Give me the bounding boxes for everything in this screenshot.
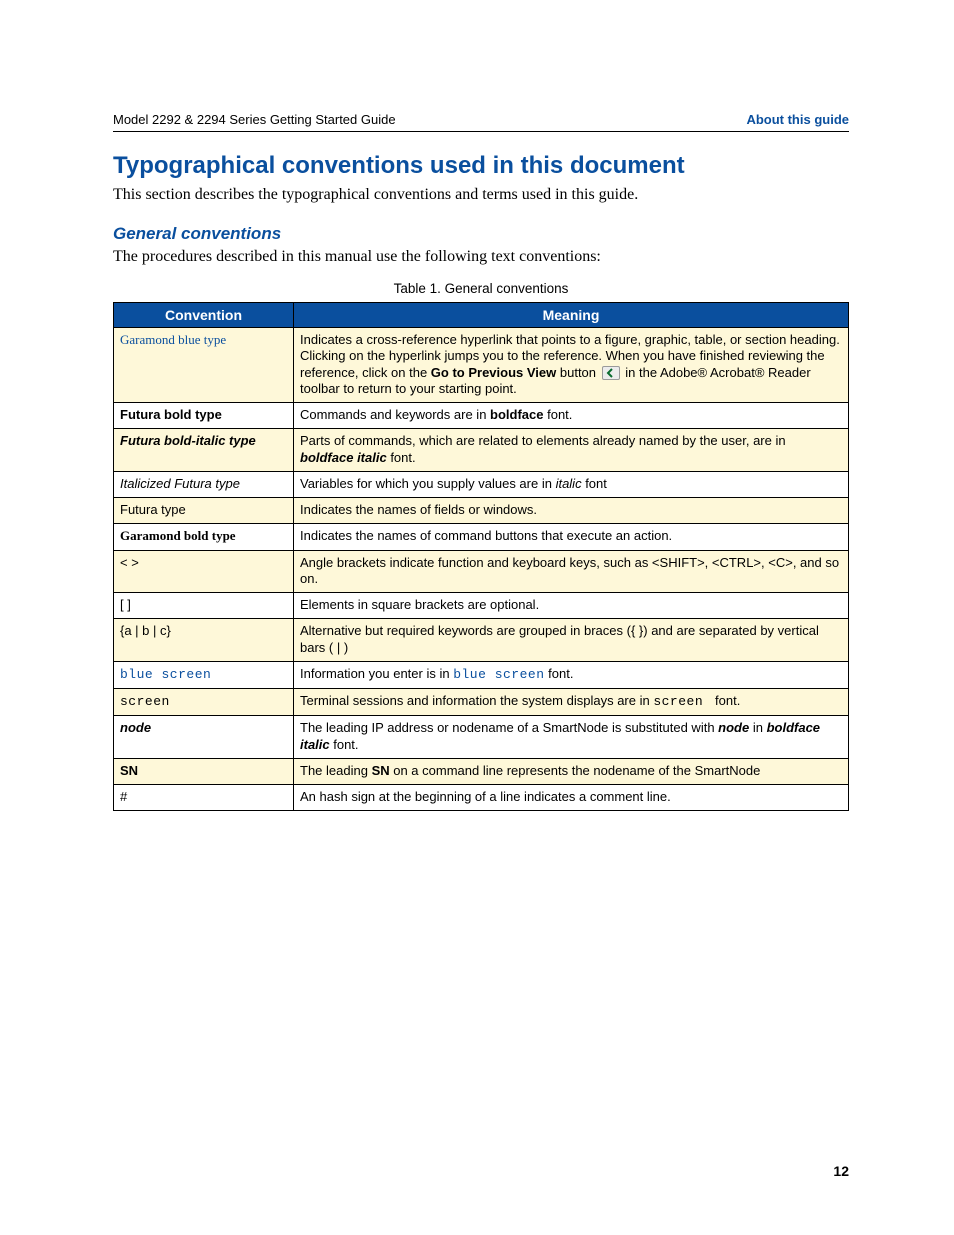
col-header-meaning: Meaning xyxy=(294,303,849,328)
convention-cell: Italicized Futura type xyxy=(114,471,294,497)
table-row: Futura bold-italic typeParts of commands… xyxy=(114,429,849,472)
table-row: #An hash sign at the beginning of a line… xyxy=(114,785,849,811)
meaning-cell: Indicates the names of fields or windows… xyxy=(294,498,849,524)
table-row: blue screenInformation you enter is in b… xyxy=(114,661,849,688)
table-row: Futura typeIndicates the names of fields… xyxy=(114,498,849,524)
section-intro: This section describes the typographical… xyxy=(113,184,849,206)
table-row: {a | b | c}Alternative but required keyw… xyxy=(114,619,849,662)
section-title: Typographical conventions used in this d… xyxy=(113,152,849,180)
go-to-previous-view-icon xyxy=(602,366,620,380)
table-row: screenTerminal sessions and information … xyxy=(114,689,849,716)
running-header: Model 2292 & 2294 Series Getting Started… xyxy=(113,112,849,127)
table-row: nodeThe leading IP address or nodename o… xyxy=(114,716,849,759)
header-rule xyxy=(113,131,849,132)
meaning-cell: Alternative but required keywords are gr… xyxy=(294,619,849,662)
meaning-cell: Commands and keywords are in boldface fo… xyxy=(294,403,849,429)
meaning-cell: Terminal sessions and information the sy… xyxy=(294,689,849,716)
header-left: Model 2292 & 2294 Series Getting Started… xyxy=(113,112,396,127)
table-row: Italicized Futura typeVariables for whic… xyxy=(114,471,849,497)
convention-cell: Futura bold-italic type xyxy=(114,429,294,472)
convention-cell: screen xyxy=(114,689,294,716)
convention-cell: {a | b | c} xyxy=(114,619,294,662)
header-right: About this guide xyxy=(746,112,849,127)
meaning-cell: Angle brackets indicate function and key… xyxy=(294,550,849,593)
page-number: 12 xyxy=(833,1163,849,1179)
table-row: Garamond bold typeIndicates the names of… xyxy=(114,524,849,550)
meaning-cell: The leading IP address or nodename of a … xyxy=(294,716,849,759)
convention-cell: SN xyxy=(114,758,294,784)
table-row: SNThe leading SN on a command line repre… xyxy=(114,758,849,784)
meaning-cell: The leading SN on a command line represe… xyxy=(294,758,849,784)
convention-cell: # xyxy=(114,785,294,811)
convention-cell: Garamond bold type xyxy=(114,524,294,550)
convention-cell: Garamond blue type xyxy=(114,328,294,403)
convention-cell: < > xyxy=(114,550,294,593)
convention-cell: node xyxy=(114,716,294,759)
meaning-cell: Variables for which you supply values ar… xyxy=(294,471,849,497)
col-header-convention: Convention xyxy=(114,303,294,328)
meaning-cell: Information you enter is in blue screen … xyxy=(294,661,849,688)
conventions-table: Convention Meaning Garamond blue typeInd… xyxy=(113,302,849,811)
table-row: [ ]Elements in square brackets are optio… xyxy=(114,593,849,619)
convention-cell: blue screen xyxy=(114,661,294,688)
convention-cell: Futura bold type xyxy=(114,403,294,429)
table-row: < >Angle brackets indicate function and … xyxy=(114,550,849,593)
table-row: Futura bold typeCommands and keywords ar… xyxy=(114,403,849,429)
subsection-title: General conventions xyxy=(113,224,849,244)
table-caption: Table 1. General conventions xyxy=(113,281,849,296)
meaning-cell: An hash sign at the beginning of a line … xyxy=(294,785,849,811)
meaning-cell: Elements in square brackets are optional… xyxy=(294,593,849,619)
meaning-cell: Indicates the names of command buttons t… xyxy=(294,524,849,550)
subsection-intro: The procedures described in this manual … xyxy=(113,246,849,268)
table-row: Garamond blue typeIndicates a cross-refe… xyxy=(114,328,849,403)
meaning-cell: Parts of commands, which are related to … xyxy=(294,429,849,472)
convention-cell: [ ] xyxy=(114,593,294,619)
convention-cell: Futura type xyxy=(114,498,294,524)
meaning-cell: Indicates a cross-reference hyperlink th… xyxy=(294,328,849,403)
